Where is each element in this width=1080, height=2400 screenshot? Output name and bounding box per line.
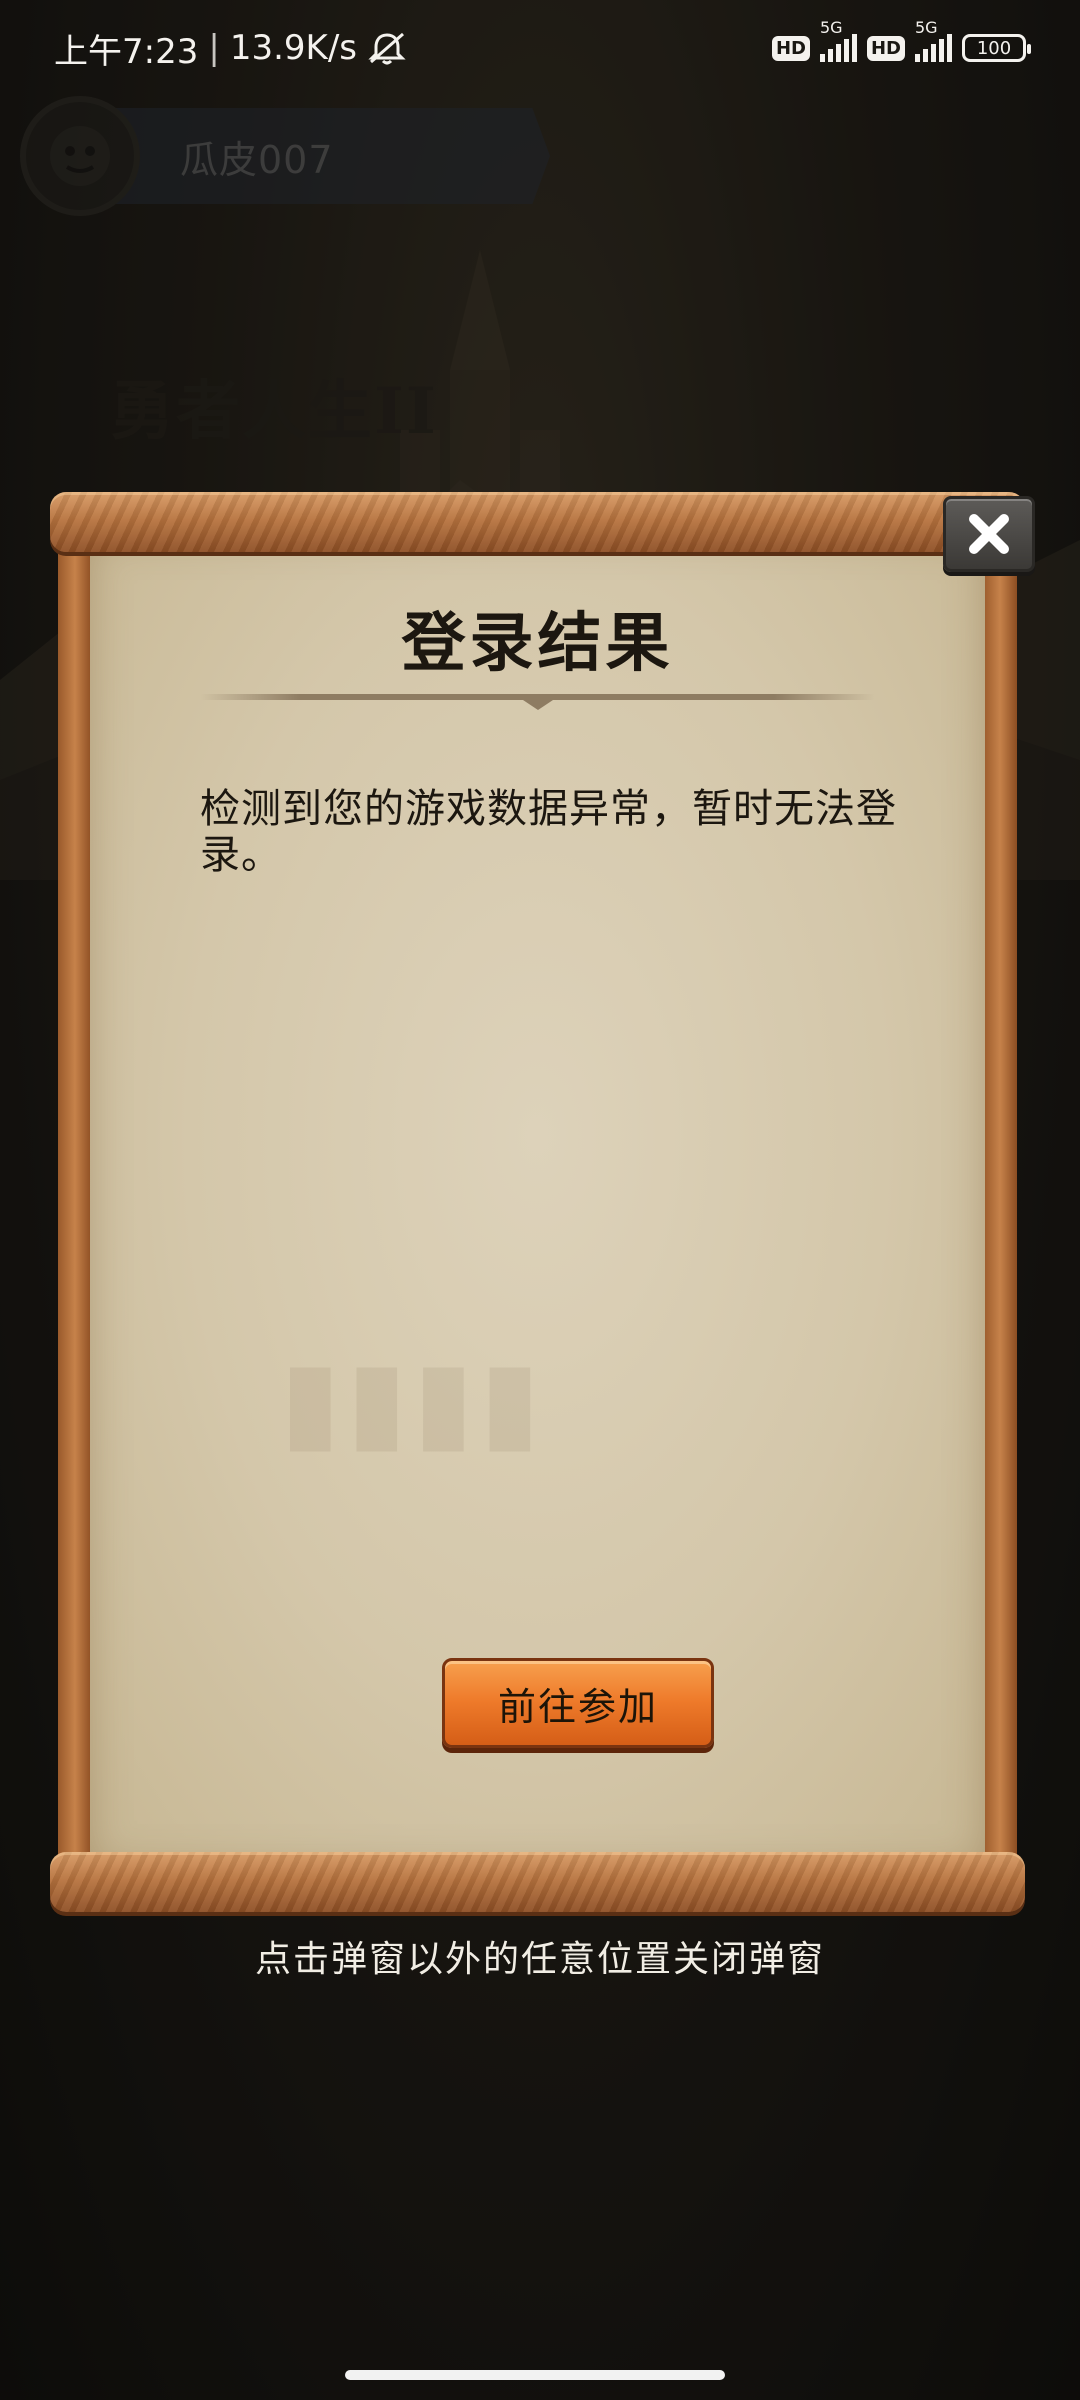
title-divider xyxy=(200,694,875,700)
network-type-2: 5G xyxy=(915,18,938,37)
scroll-side-left xyxy=(58,532,92,1872)
hd-badge: HD xyxy=(771,35,810,61)
status-separator: | xyxy=(208,28,220,68)
battery-level: 100 xyxy=(976,37,1012,59)
scroll-rod-bottom xyxy=(50,1852,1025,1912)
dialog-title: 登录结果 xyxy=(401,607,674,681)
dialog-message: 检测到您的游戏数据异常，暂时无法登录。 xyxy=(200,786,897,878)
close-hint-text: 点击弹窗以外的任意位置关闭弹窗 xyxy=(254,1939,825,1980)
signal-icon-2: 5G xyxy=(915,18,952,62)
paper-watermark: ▮▮▮▮ xyxy=(280,1336,547,1464)
bell-muted-icon xyxy=(368,32,406,65)
home-indicator[interactable] xyxy=(345,2370,725,2380)
close-icon xyxy=(969,514,1009,554)
scroll-rod-top xyxy=(50,492,1025,552)
scroll-paper: 登录结果 检测到您的游戏数据异常，暂时无法登录。 ▮▮▮▮ 前往参加 xyxy=(90,536,985,1868)
game-screen[interactable]: 瓜皮007 勇者人生II 上午7:23 | 13.9K/s HD 5G HD 5… xyxy=(0,0,1080,2400)
close-button[interactable] xyxy=(943,496,1035,572)
battery-icon: 100 xyxy=(962,34,1031,62)
scroll-side-right xyxy=(983,532,1017,1872)
status-net-speed: 13.9K/s xyxy=(229,28,357,68)
status-time: 上午7:23 xyxy=(54,31,199,72)
signal-icon-1: 5G xyxy=(819,18,857,62)
network-type: 5G xyxy=(819,18,843,37)
hd-badge-2: HD xyxy=(866,35,905,61)
login-result-dialog: 登录结果 检测到您的游戏数据异常，暂时无法登录。 ▮▮▮▮ 前往参加 xyxy=(50,492,1035,1912)
go-participate-button[interactable]: 前往参加 xyxy=(442,1658,714,1748)
status-bar: 上午7:23 | 13.9K/s HD 5G HD 5G 100 xyxy=(0,0,1080,96)
